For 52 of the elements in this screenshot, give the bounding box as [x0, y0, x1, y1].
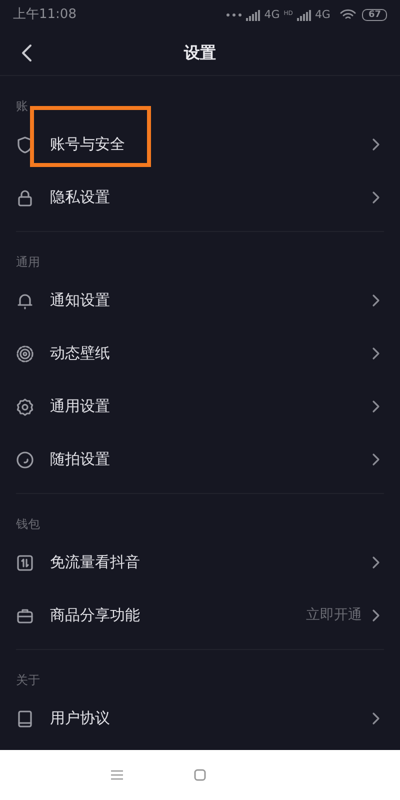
section-label: 账 — [16, 99, 28, 113]
item-label: 用户协议 — [50, 708, 111, 730]
settings-item[interactable]: 动态壁纸 — [16, 327, 384, 380]
chevron-right-icon — [372, 138, 380, 151]
chevron-right-icon — [372, 712, 380, 725]
gear-icon — [16, 398, 34, 416]
item-label: 通用设置 — [50, 396, 111, 418]
target-icon — [16, 344, 34, 362]
chevron-right-icon — [372, 294, 380, 307]
chevron-right-icon — [372, 556, 380, 569]
status-time: 上午11:08 — [13, 6, 76, 24]
settings-item[interactable]: 隐私设置 — [16, 171, 384, 224]
chevron-right-icon — [372, 400, 380, 413]
menu-icon[interactable] — [111, 770, 123, 780]
dots-icon — [226, 13, 242, 17]
item-label: 免流量看抖音 — [50, 552, 141, 574]
item-label: 动态壁纸 — [50, 343, 111, 364]
lock-icon — [16, 188, 34, 206]
chevron-right-icon — [372, 191, 380, 204]
item-label: 商品分享功能 — [50, 605, 141, 626]
briefcase-icon — [16, 606, 34, 624]
chevron-right-icon — [372, 347, 380, 360]
battery-icon: 67 — [362, 9, 387, 21]
network-label: 4G — [264, 6, 280, 23]
item-value: 立即开通 — [306, 606, 362, 625]
item-label: 随拍设置 — [50, 449, 111, 470]
settings-item[interactable]: 通用设置 — [16, 380, 384, 433]
settings-item[interactable]: 通知设置 — [16, 274, 384, 327]
book-icon — [16, 710, 34, 728]
settings-item[interactable]: 账号与安全 — [16, 118, 384, 171]
signal-icon — [296, 10, 311, 20]
section-label: 钱包 — [16, 517, 40, 531]
home-icon[interactable] — [194, 769, 206, 781]
item-label: 账号与安全 — [50, 134, 126, 156]
bell-icon — [16, 292, 34, 310]
chevron-right-icon — [372, 453, 380, 466]
settings-item[interactable]: 商品分享功能 立即开通 — [16, 589, 384, 642]
circle-icon — [16, 450, 34, 468]
data-icon — [16, 554, 34, 572]
signal-icon — [246, 10, 260, 20]
item-label: 隐私设置 — [50, 187, 111, 208]
section-label: 通用 — [16, 255, 40, 269]
settings-item[interactable]: 随拍设置 — [16, 433, 384, 486]
section-label: 关于 — [16, 673, 40, 687]
chevron-right-icon — [372, 609, 380, 622]
network-label: 4G — [314, 6, 330, 23]
item-label: 通知设置 — [50, 290, 111, 312]
settings-item[interactable]: 用户协议 — [16, 692, 384, 745]
page-title: 设置 — [184, 42, 216, 64]
back-icon — [20, 44, 32, 62]
wifi-icon — [340, 9, 356, 21]
settings-item[interactable]: 免流量看抖音 — [16, 536, 384, 589]
